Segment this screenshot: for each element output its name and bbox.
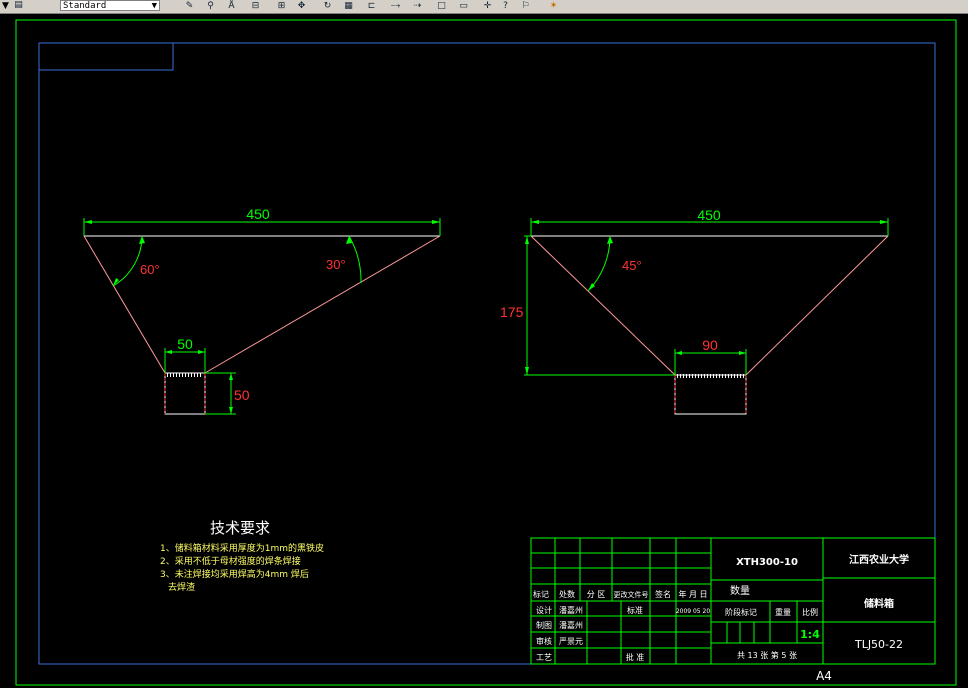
row-draw-role: 制图 <box>536 620 552 630</box>
measure-icon[interactable]: Å <box>226 1 237 11</box>
layer-dropdown-arrow[interactable]: ▼ <box>2 0 9 12</box>
row-process-role: 工艺 <box>536 653 552 662</box>
dim-right-bottom-width: 90 <box>702 337 718 353</box>
dim-left-bottom-width: 50 <box>177 336 193 352</box>
note-3-cont: 去焊渣 <box>168 581 195 593</box>
arrow <box>525 367 529 375</box>
hdr-change-doc: 更改文件号 <box>614 590 649 599</box>
cad-toolbar: ▼ ▤ Standard ▼ ✎ ⚲ Å ⊟ ⊞ ✥ ↻ ▦ ⊏ ⤍ ⇢ □ ▭… <box>0 0 968 14</box>
arrow <box>739 351 746 355</box>
hdr-count: 处数 <box>559 589 575 599</box>
arrow <box>198 350 205 354</box>
rotate-icon[interactable]: ↻ <box>322 1 333 11</box>
row-design-role2: 标准 <box>627 605 643 615</box>
align-icon[interactable]: ⊏ <box>366 1 377 11</box>
row-approve-label: 批 准 <box>626 652 645 662</box>
scale-value: 1:4 <box>800 628 820 641</box>
drawing-number: XTH300-10 <box>736 557 798 568</box>
arrow <box>229 373 233 380</box>
note-1: 1、储料箱材料采用厚度为1mm的黑铁皮 <box>160 542 324 554</box>
weight-label: 重量 <box>775 607 791 617</box>
arrow <box>84 220 92 224</box>
rect2-icon[interactable]: ▭ <box>458 1 469 11</box>
dim-right-top-width: 450 <box>697 207 721 223</box>
arrow <box>165 350 172 354</box>
arrow <box>139 236 145 244</box>
table-icon[interactable]: ▦ <box>343 1 354 11</box>
hdr-mark: 标记 <box>533 589 549 599</box>
hdr-zone: 分 区 <box>587 590 606 599</box>
angle-right-30: 30° <box>326 257 346 272</box>
hdr-sign: 签名 <box>655 589 671 599</box>
school-name: 江西农业大学 <box>849 553 909 566</box>
arrow <box>880 220 888 224</box>
arrow <box>113 278 119 286</box>
row-check-name: 严景元 <box>559 637 583 646</box>
code-box <box>38 42 174 71</box>
left-outlet-box <box>164 372 206 415</box>
text-style-select[interactable]: Standard ▼ <box>60 0 160 11</box>
right-slant-right <box>745 235 889 376</box>
dim-left-height: 50 <box>234 387 250 403</box>
angle-arc-left <box>112 235 143 287</box>
dim-right-height: 175 <box>500 304 524 320</box>
dim-aligned-icon[interactable]: ⇢ <box>412 1 423 11</box>
row-design-name: 潘嘉州 <box>559 605 583 615</box>
stage-label: 阶段标记 <box>725 607 757 617</box>
pan-icon[interactable]: ✥ <box>296 1 307 11</box>
part-name: 储料箱 <box>863 597 894 610</box>
arrow <box>531 220 539 224</box>
notes-title: 技术要求 <box>210 519 270 537</box>
help-icon[interactable]: ⚐ <box>520 1 531 11</box>
right-outlet-box <box>674 374 747 415</box>
chevron-down-icon[interactable]: ▼ <box>152 1 157 12</box>
row-check-role: 审核 <box>536 636 552 646</box>
sheet-size: A4 <box>816 669 832 683</box>
angle-left-60: 60° <box>140 262 160 277</box>
row-design-role: 设计 <box>536 605 552 615</box>
drawing-canvas[interactable]: 450 50 50 60° 30° 450 90 175 45° 技术要求 1、… <box>0 13 968 688</box>
technical-requirements: 技术要求 1、储料箱材料采用厚度为1mm的黑铁皮 2、采用不低于母材强度的焊条焊… <box>160 519 324 593</box>
right-view: 450 90 175 45° <box>500 207 889 415</box>
dim-linear-icon[interactable]: ⤍ <box>390 1 401 11</box>
left-view: 450 50 50 60° 30° <box>83 206 441 415</box>
grid-icon[interactable]: ⊞ <box>276 1 287 11</box>
material-code: TLJ50-22 <box>854 638 903 651</box>
arrow <box>525 236 529 244</box>
row-design-date: 2009 05 20 <box>676 608 711 615</box>
row-draw-name: 潘嘉州 <box>559 620 583 630</box>
text-style-value: Standard <box>63 1 107 11</box>
hdr-date: 年 月 日 <box>678 589 707 599</box>
rect-icon[interactable]: □ <box>436 1 447 11</box>
arrow <box>432 220 440 224</box>
left-slant-left <box>83 235 166 374</box>
query-icon[interactable]: ? <box>500 1 511 11</box>
sheet-count: 共 13 张 第 5 张 <box>737 650 797 660</box>
link-icon[interactable]: ⚲ <box>205 1 216 11</box>
arrow <box>229 407 233 414</box>
cross-icon[interactable]: ✛ <box>482 1 493 11</box>
pencil-icon[interactable]: ✎ <box>184 1 195 11</box>
angle-45: 45° <box>622 258 642 273</box>
arrow <box>675 351 682 355</box>
star-icon[interactable]: ✶ <box>548 1 559 11</box>
angle-arc-right-view <box>587 235 611 292</box>
outer-frame <box>15 19 957 686</box>
right-slant-left <box>530 235 676 376</box>
dim-icon[interactable]: ⊟ <box>250 1 261 11</box>
style-icon: ▤ <box>14 0 23 10</box>
quantity-label: 数量 <box>730 584 750 597</box>
left-slant-right <box>204 235 441 374</box>
note-3: 3、未注焊接均采用焊高为4mm 焊后 <box>160 568 309 580</box>
scale-label: 比例 <box>802 607 818 617</box>
arrow <box>607 236 613 244</box>
note-2: 2、采用不低于母材强度的焊条焊接 <box>160 555 301 567</box>
dim-left-top-width: 450 <box>246 206 270 222</box>
